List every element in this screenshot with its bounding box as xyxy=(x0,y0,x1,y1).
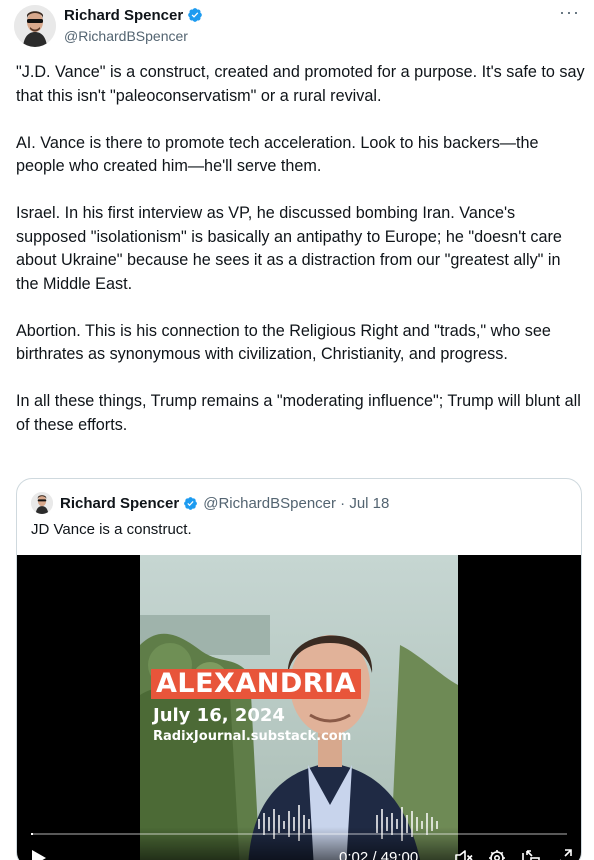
volume-muted-icon[interactable] xyxy=(455,849,473,860)
video-overlay-date: July 16, 2024 xyxy=(153,705,285,726)
quoted-author-handle-date: @RichardBSpencer · Jul 18 xyxy=(203,494,390,512)
video-time: 0:02 / 49:00 xyxy=(339,849,419,860)
author-avatar[interactable] xyxy=(14,5,56,47)
verified-badge-icon xyxy=(188,8,203,22)
author-name[interactable]: Richard Spencer xyxy=(64,7,183,24)
fullscreen-icon[interactable] xyxy=(554,849,572,860)
more-icon[interactable]: ··· xyxy=(559,2,580,23)
tweet-paragraph: "J.D. Vance" is a construct, created and… xyxy=(16,63,585,105)
tweet-text: "J.D. Vance" is a construct, created and… xyxy=(16,61,586,461)
settings-gear-icon[interactable] xyxy=(488,849,506,860)
video-overlay-title: ALEXANDRIA xyxy=(151,669,361,699)
tweet-paragraph: AI. Vance is there to promote tech accel… xyxy=(16,133,539,176)
quoted-tweet-header: Richard Spencer @RichardBSpencer · Jul 1… xyxy=(31,492,389,514)
author-handle[interactable]: @RichardBSpencer xyxy=(64,28,203,44)
quoted-author-name: Richard Spencer xyxy=(60,494,180,512)
video-overlay-site: RadixJournal.substack.com xyxy=(153,729,352,744)
quoted-tweet[interactable]: Richard Spencer @RichardBSpencer · Jul 1… xyxy=(16,478,582,860)
video-progress-fill xyxy=(31,833,33,835)
play-icon[interactable] xyxy=(31,849,47,860)
tweet-paragraph: Abortion. This is his connection to the … xyxy=(16,321,551,364)
quoted-tweet-text: JD Vance is a construct. xyxy=(31,521,192,538)
video-player[interactable]: ALEXANDRIA July 16, 2024 RadixJournal.su… xyxy=(17,555,581,860)
video-controls: 0:02 / 49:00 xyxy=(17,827,581,860)
tweet-paragraph: In all these things, Trump remains a "mo… xyxy=(16,392,581,434)
author-block: Richard Spencer @RichardBSpencer xyxy=(64,6,203,44)
tweet: Richard Spencer @RichardBSpencer ··· "J.… xyxy=(0,0,594,860)
quoted-author-avatar xyxy=(31,492,53,514)
video-progress-bar[interactable] xyxy=(31,833,567,835)
picture-in-picture-icon[interactable] xyxy=(522,849,540,860)
video-frame: ALEXANDRIA July 16, 2024 RadixJournal.su… xyxy=(140,555,458,860)
tweet-paragraph: Israel. In his first interview as VP, he… xyxy=(16,204,562,293)
verified-badge-icon xyxy=(184,496,198,510)
